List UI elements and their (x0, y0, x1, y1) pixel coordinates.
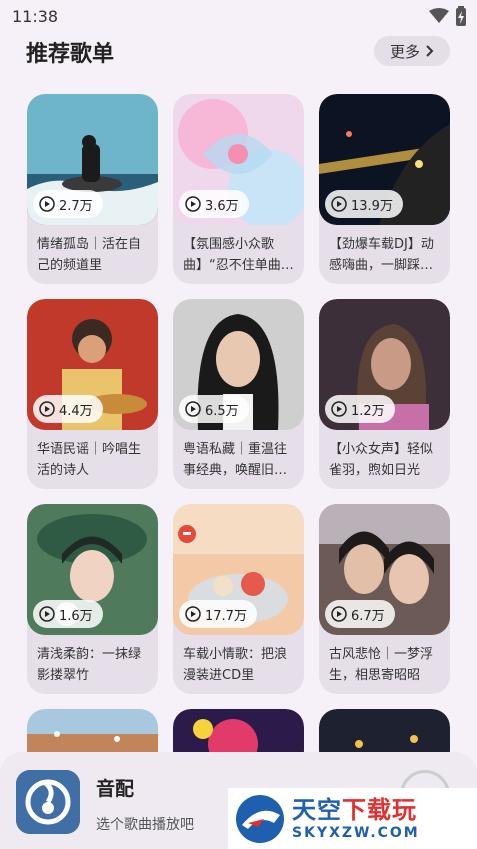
playlist-card[interactable]: 6.7万 古风悲怆｜一梦浮生，相思寄昭昭 (319, 504, 450, 694)
playlist-card[interactable]: 17.7万 车载小情歌：把浪漫装进CD里 (173, 504, 304, 694)
chevron-right-icon (426, 45, 434, 57)
watermark-logo (236, 794, 284, 843)
playlist-card[interactable]: 13.9万 【劲爆车载DJ】动感嗨曲，一脚踩… (319, 94, 450, 284)
play-circle-icon (39, 196, 55, 212)
play-count: 1.2万 (351, 403, 385, 419)
player-title: 音配 (96, 778, 135, 800)
play-circle-icon (39, 401, 55, 417)
play-count-pill: 4.4万 (33, 395, 103, 423)
wifi-icon (429, 8, 449, 23)
play-count-pill: 2.7万 (33, 190, 103, 218)
play-circle-icon (185, 401, 201, 417)
watermark-line1-b: 下载玩 (342, 795, 417, 824)
playlist-title: 【小众女声】轻似雀羽，煦如日光 (329, 442, 434, 478)
play-count-pill: 13.9万 (325, 190, 403, 218)
playlist-title: 古风悲怆｜一梦浮生，相思寄昭昭 (329, 647, 434, 683)
playlist-title: 【氛围感小众歌曲】“忍不住单曲… (183, 237, 294, 273)
play-count: 1.6万 (59, 608, 93, 624)
play-count-pill: 1.6万 (33, 600, 103, 628)
status-time: 11:38 (12, 6, 59, 26)
playlist-title: 清浅柔韵：一抹绿影搂翠竹 (37, 647, 142, 683)
more-button-label: 更多 (389, 42, 420, 61)
watermark-line1: 天空下载玩 (292, 796, 420, 824)
play-circle-icon (331, 606, 347, 622)
play-count: 6.5万 (205, 403, 239, 419)
play-circle-icon (185, 196, 201, 212)
play-count-pill: 6.7万 (325, 600, 395, 628)
watermark-text: 天空下载玩 SKYXZW.COM (292, 796, 420, 842)
play-circle-icon (185, 606, 201, 622)
more-button[interactable]: 更多 (374, 36, 450, 66)
play-count: 17.7万 (205, 608, 247, 624)
playlist-card[interactable]: 6.5万 粤语私藏｜重温往事经典，唤醒旧… (173, 299, 304, 489)
playlist-card[interactable]: 1.2万 【小众女声】轻似雀羽，煦如日光 (319, 299, 450, 489)
playlist-card[interactable]: 1.6万 清浅柔韵：一抹绿影搂翠竹 (27, 504, 158, 694)
watermark-line1-a: 天空 (292, 795, 342, 824)
playlist-card[interactable]: 4.4万 华语民谣｜吟唱生活的诗人 (27, 299, 158, 489)
play-circle-icon (39, 606, 55, 622)
watermark-line2: SKYXZW.COM (292, 824, 420, 841)
play-count-pill: 3.6万 (179, 190, 249, 218)
playlist-title: 【劲爆车载DJ】动感嗨曲，一脚踩… (329, 237, 434, 273)
battery-icon (456, 6, 466, 26)
play-count: 2.7万 (59, 198, 93, 214)
play-count: 4.4万 (59, 403, 93, 419)
playlist-card[interactable]: 3.6万 【氛围感小众歌曲】“忍不住单曲… (173, 94, 304, 284)
play-circle-icon (331, 196, 347, 212)
status-bar: 11:38 (0, 0, 477, 32)
playlist-card[interactable]: 2.7万 情绪孤岛｜活在自己的频道里 (27, 94, 158, 284)
playlist-title: 情绪孤岛｜活在自己的频道里 (37, 237, 142, 273)
play-count-pill: 17.7万 (179, 600, 257, 628)
music-note-logo (16, 770, 80, 834)
play-count-pill: 6.5万 (179, 395, 249, 423)
section-header: 推荐歌单 更多 (0, 34, 477, 70)
playlist-title: 华语民谣｜吟唱生活的诗人 (37, 442, 142, 478)
play-count: 3.6万 (205, 198, 239, 214)
watermark: 天空下载玩 SKYXZW.COM (228, 788, 477, 849)
playlist-title: 粤语私藏｜重温往事经典，唤醒旧… (183, 442, 288, 478)
play-count: 13.9万 (351, 198, 393, 214)
play-circle-icon (331, 401, 347, 417)
player-subtitle: 选个歌曲播放吧 (96, 817, 194, 833)
playlist-title: 车载小情歌：把浪漫装进CD里 (183, 647, 288, 683)
play-count-pill: 1.2万 (325, 395, 395, 423)
play-count: 6.7万 (351, 608, 385, 624)
section-title: 推荐歌单 (26, 42, 115, 67)
status-icons (429, 6, 467, 26)
